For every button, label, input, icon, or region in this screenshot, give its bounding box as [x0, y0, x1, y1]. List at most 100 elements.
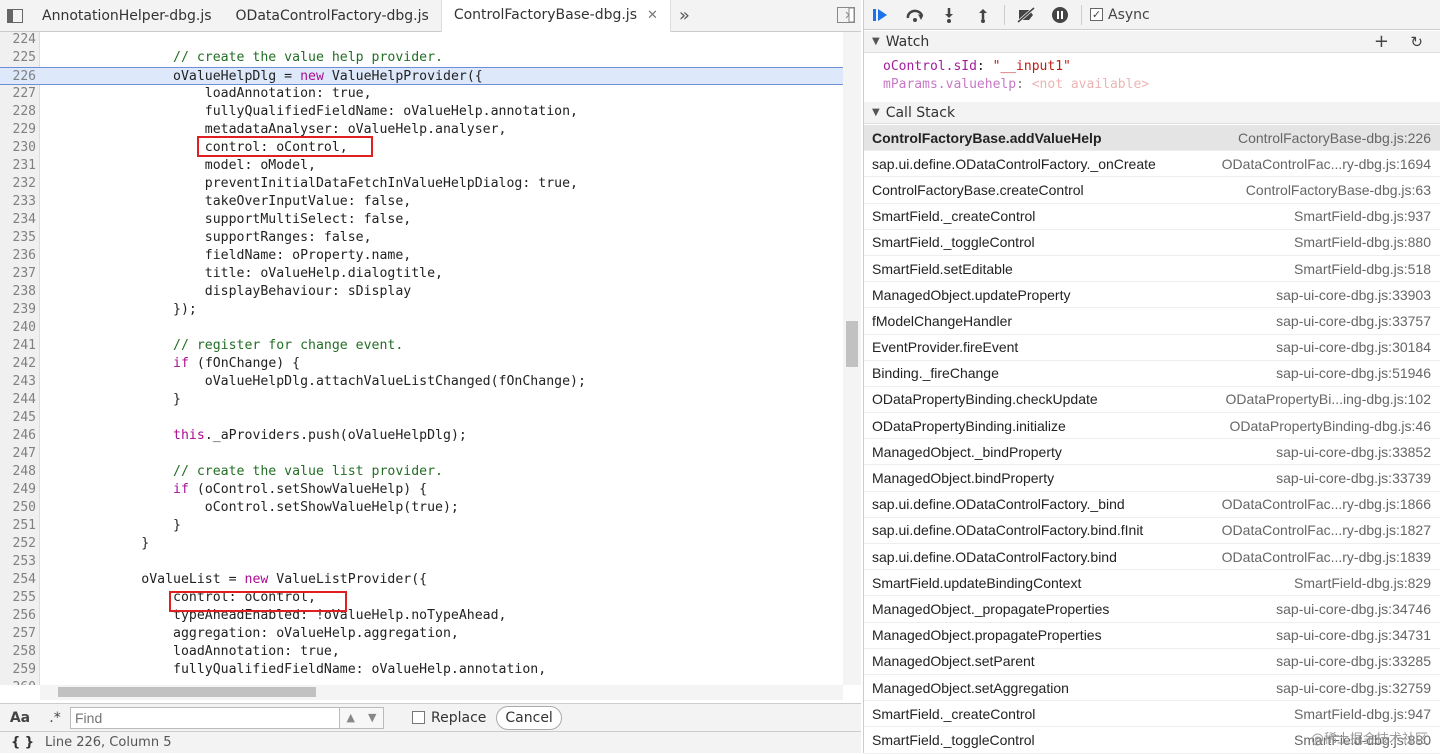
call-frame[interactable]: fModelChangeHandler sap-ui-core-dbg.js:33…: [864, 308, 1440, 335]
line-number[interactable]: 224: [0, 32, 36, 49]
code-line[interactable]: 234 supportMultiSelect: false,: [0, 211, 843, 229]
code-line[interactable]: 257 aggregation: oValueHelp.aggregation,: [0, 625, 843, 643]
frame-location[interactable]: SmartField-dbg.js:829: [1294, 575, 1431, 591]
call-frame[interactable]: SmartField.setEditable SmartField-dbg.js:…: [864, 256, 1440, 283]
line-number[interactable]: 257: [0, 625, 36, 643]
line-number[interactable]: 236: [0, 247, 36, 265]
code-line[interactable]: 237 title: oValueHelp.dialogtitle,: [0, 265, 843, 283]
match-case-toggle[interactable]: Aa: [0, 710, 40, 726]
call-frame[interactable]: ManagedObject.setAggregation sap-ui-core-…: [864, 675, 1440, 702]
call-stack-header[interactable]: ▼ Call Stack: [864, 102, 1440, 124]
call-frame[interactable]: SmartField._createControl SmartField-dbg.…: [864, 204, 1440, 230]
line-number[interactable]: 235: [0, 229, 36, 247]
code-line[interactable]: 224: [0, 32, 843, 49]
resume-button[interactable]: [864, 0, 898, 30]
async-option[interactable]: ✓ Async: [1090, 7, 1150, 23]
frame-location[interactable]: sap-ui-core-dbg.js:33903: [1276, 287, 1431, 303]
step-into-button[interactable]: [932, 0, 966, 30]
line-number[interactable]: 232: [0, 175, 36, 193]
code-editor[interactable]: 224 225 // create the value help provider…: [0, 32, 843, 685]
line-number[interactable]: 229: [0, 121, 36, 139]
line-number[interactable]: 237: [0, 265, 36, 283]
code-line[interactable]: 245: [0, 409, 843, 427]
line-number[interactable]: 244: [0, 391, 36, 409]
call-frame[interactable]: ControlFactoryBase.createControl ControlF…: [864, 177, 1440, 204]
code-line[interactable]: 236 fieldName: oProperty.name,: [0, 247, 843, 265]
call-frame[interactable]: ManagedObject.bindProperty sap-ui-core-db…: [864, 465, 1440, 492]
line-number[interactable]: 233: [0, 193, 36, 211]
line-number[interactable]: 243: [0, 373, 36, 391]
frame-location[interactable]: ODataControlFac...ry-dbg.js:1694: [1222, 156, 1431, 172]
code-line[interactable]: 255 control: oControl,: [0, 589, 843, 607]
watch-header[interactable]: ▼ Watch + ↻: [864, 31, 1440, 53]
line-number[interactable]: 249: [0, 481, 36, 499]
line-number[interactable]: 254: [0, 571, 36, 589]
call-frame[interactable]: sap.ui.define.ODataControlFactory._bind O…: [864, 492, 1440, 518]
code-line[interactable]: 233 takeOverInputValue: false,: [0, 193, 843, 211]
line-number[interactable]: 241: [0, 337, 36, 355]
line-number[interactable]: 256: [0, 607, 36, 625]
find-next-icon[interactable]: ▼: [368, 711, 376, 724]
frame-location[interactable]: ControlFactoryBase-dbg.js:226: [1238, 130, 1431, 146]
line-number[interactable]: 248: [0, 463, 36, 481]
refresh-icon[interactable]: ↻: [1410, 33, 1423, 51]
call-frame[interactable]: ODataPropertyBinding.initialize ODataProp…: [864, 413, 1440, 440]
code-line[interactable]: 227 loadAnnotation: true,: [0, 85, 843, 103]
code-line[interactable]: 240: [0, 319, 843, 337]
step-over-button[interactable]: [898, 0, 932, 30]
line-number[interactable]: 255: [0, 589, 36, 607]
code-line[interactable]: 230 control: oControl,: [0, 139, 843, 157]
line-number[interactable]: 231: [0, 157, 36, 175]
line-number[interactable]: 242: [0, 355, 36, 373]
call-frame[interactable]: ControlFactoryBase.addValueHelp ControlFa…: [864, 125, 1440, 152]
code-line[interactable]: 231 model: oModel,: [0, 157, 843, 175]
code-line[interactable]: 251 }: [0, 517, 843, 535]
code-line[interactable]: 242 if (fOnChange) {: [0, 355, 843, 373]
deactivate-breakpoints-button[interactable]: [1009, 0, 1043, 30]
debugger-toggle-icon[interactable]: [837, 7, 855, 23]
call-frame[interactable]: SmartField._createControl SmartField-dbg.…: [864, 701, 1440, 728]
frame-location[interactable]: ODataPropertyBinding-dbg.js:46: [1229, 418, 1431, 434]
call-frame[interactable]: sap.ui.define.ODataControlFactory.bind OD…: [864, 544, 1440, 571]
code-line[interactable]: 258 loadAnnotation: true,: [0, 643, 843, 661]
call-frame[interactable]: ManagedObject.updateProperty sap-ui-core-…: [864, 282, 1440, 309]
line-number[interactable]: 246: [0, 427, 36, 445]
line-number[interactable]: 238: [0, 283, 36, 301]
frame-location[interactable]: sap-ui-core-dbg.js:32759: [1276, 680, 1431, 696]
frame-location[interactable]: ODataControlFac...ry-dbg.js:1839: [1222, 549, 1431, 565]
code-line[interactable]: 254 oValueList = new ValueListProvider({: [0, 571, 843, 589]
line-number[interactable]: 225: [0, 49, 36, 67]
replace-checkbox[interactable]: [412, 711, 425, 724]
line-number[interactable]: 258: [0, 643, 36, 661]
frame-location[interactable]: sap-ui-core-dbg.js:33285: [1276, 653, 1431, 669]
horizontal-scroll-thumb[interactable]: [58, 687, 316, 697]
replace-option[interactable]: Replace: [412, 710, 486, 726]
code-line[interactable]: 247: [0, 445, 843, 463]
watch-item[interactable]: mParams.valuehelp: <not available>: [883, 76, 1440, 94]
code-line[interactable]: 259 fullyQualifiedFieldName: oValueHelp.…: [0, 661, 843, 679]
frame-location[interactable]: ControlFactoryBase-dbg.js:63: [1246, 182, 1431, 198]
code-line[interactable]: 249 if (oControl.setShowValueHelp) {: [0, 481, 843, 499]
call-frame[interactable]: ManagedObject.setParent sap-ui-core-dbg.j…: [864, 649, 1440, 675]
line-number[interactable]: 259: [0, 661, 36, 679]
line-number[interactable]: 234: [0, 211, 36, 229]
call-frame[interactable]: ODataPropertyBinding.checkUpdate ODataPro…: [864, 387, 1440, 414]
frame-location[interactable]: SmartField-dbg.js:518: [1294, 261, 1431, 277]
call-frame[interactable]: SmartField._toggleControl SmartField-dbg.…: [864, 230, 1440, 256]
call-frame[interactable]: ManagedObject.propagateProperties sap-ui-…: [864, 623, 1440, 649]
code-line[interactable]: 250 oControl.setShowValueHelp(true);: [0, 499, 843, 517]
close-icon[interactable]: ✕: [647, 8, 658, 23]
find-prev-icon[interactable]: ▲: [347, 711, 355, 724]
async-checkbox[interactable]: ✓: [1090, 8, 1103, 21]
tab-control-factory-base[interactable]: ControlFactoryBase-dbg.js ✕: [440, 0, 671, 32]
code-line[interactable]: 248 // create the value list provider.: [0, 463, 843, 481]
frame-location[interactable]: sap-ui-core-dbg.js:30184: [1276, 339, 1431, 355]
line-number[interactable]: 251: [0, 517, 36, 535]
code-line[interactable]: 253: [0, 553, 843, 571]
tab-annotation-helper[interactable]: AnnotationHelper-dbg.js: [30, 0, 224, 32]
call-frame[interactable]: sap.ui.define.ODataControlFactory.bind.f…: [864, 518, 1440, 544]
code-line[interactable]: 243 oValueHelpDlg.attachValueListChanged…: [0, 373, 843, 391]
tab-odata-control-factory[interactable]: ODataControlFactory-dbg.js: [224, 0, 441, 32]
call-frame[interactable]: Binding._fireChange sap-ui-core-dbg.js:51…: [864, 361, 1440, 387]
line-number[interactable]: 227: [0, 85, 36, 103]
